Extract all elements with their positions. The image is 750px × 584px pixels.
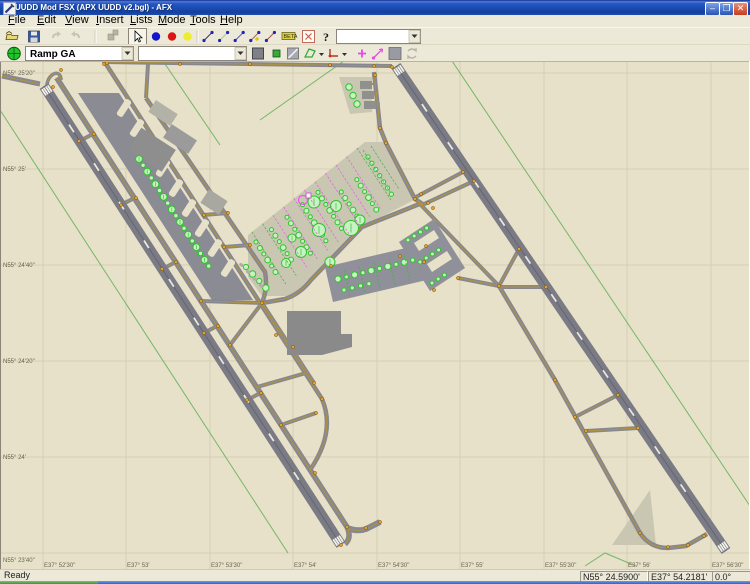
svg-text:N55° 23'40": N55° 23'40" — [3, 558, 35, 564]
svg-text:Ramp GA: Ramp GA — [30, 49, 76, 60]
svg-text:N55° 25': N55° 25' — [3, 167, 26, 173]
svg-text:?: ? — [323, 30, 329, 44]
svg-text:N55° 24'40": N55° 24'40" — [3, 263, 35, 269]
svg-text:BETA: BETA — [284, 34, 298, 40]
svg-text:N55° 24'20": N55° 24'20" — [3, 359, 35, 365]
svg-text:N55° 24': N55° 24' — [3, 455, 26, 461]
svg-text:N55° 25'20": N55° 25'20" — [3, 71, 35, 77]
